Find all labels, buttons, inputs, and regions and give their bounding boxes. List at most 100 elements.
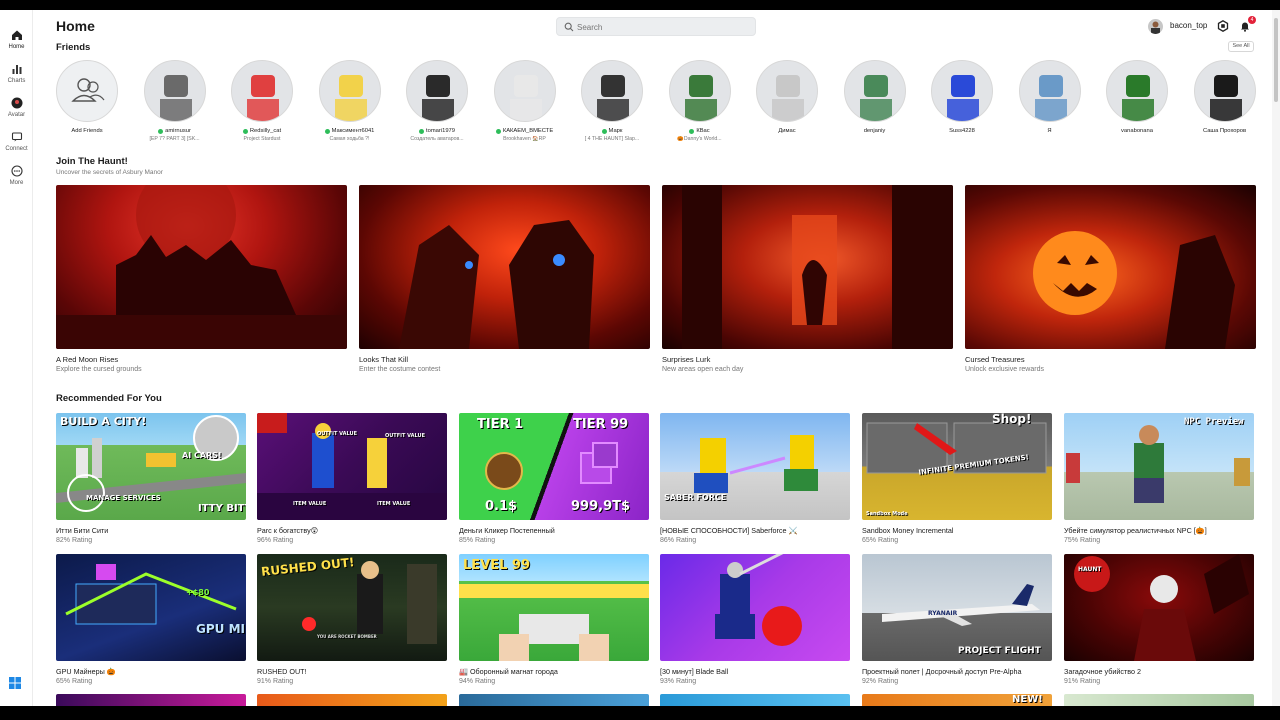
- game-thumbnail: HAUNT: [1064, 554, 1254, 661]
- friend-tile[interactable]: КВас 🎃Danny's World...: [661, 60, 739, 143]
- friend-tile[interactable]: Марк [ 4 THE HAUNT] Slap...: [573, 60, 651, 143]
- sidebar-item-charts[interactable]: Charts: [0, 63, 33, 93]
- friend-avatar: [581, 60, 643, 122]
- game-card-partial[interactable]: [660, 694, 850, 706]
- friend-tile[interactable]: Максимент6041 Самая ходьба ?!: [311, 60, 389, 143]
- robux-icon[interactable]: [1217, 20, 1229, 32]
- sidebar-item-avatar[interactable]: Avatar: [0, 97, 33, 127]
- friend-tile[interactable]: vanabonana: [1098, 60, 1176, 143]
- game-thumbnail: RYANAIR PROJECT FLIGHT: [862, 554, 1052, 661]
- friend-tile[interactable]: Димас: [748, 60, 826, 143]
- event-title: Looks That Kill: [359, 355, 409, 364]
- game-title: [НОВЫЕ СПОСОБНОСТИ] Saberforce ⚔️: [660, 526, 798, 535]
- add-friends-button[interactable]: Add Friends: [48, 60, 126, 134]
- friend-name-text: amirnusur: [165, 128, 191, 134]
- sidebar-item-label: Charts: [7, 78, 26, 84]
- add-friends-circle: [56, 60, 118, 122]
- friend-tile[interactable]: Саша Прохоров: [1186, 60, 1264, 143]
- online-status-dot: [242, 128, 248, 134]
- event-card-surprises-lurk[interactable]: Surprises Lurk New areas open each day: [662, 185, 953, 373]
- friend-avatar: [143, 60, 206, 122]
- sidebar-item-more[interactable]: More: [0, 165, 33, 195]
- game-card[interactable]: OUTFIT VALUE OUTFIT VALUE ITEM VALUE ITE…: [257, 413, 447, 544]
- friend-status: Project Stardust: [243, 136, 281, 142]
- game-card-partial[interactable]: NEW!: [862, 694, 1052, 706]
- friend-avatar: [843, 60, 906, 122]
- game-card-partial[interactable]: [459, 694, 649, 706]
- friend-avatar: [1193, 60, 1256, 122]
- game-card[interactable]: SABER FORCE [НОВЫЕ СПОСОБНОСТИ] Saberfor…: [660, 413, 850, 544]
- friend-name: Suss4228: [923, 128, 1001, 134]
- game-card-partial[interactable]: [56, 694, 246, 706]
- scrollbar-thumb[interactable]: [1274, 18, 1278, 102]
- event-card-red-moon[interactable]: A Red Moon Rises Explore the cursed grou…: [56, 185, 347, 373]
- game-card-partial[interactable]: [1064, 694, 1254, 706]
- game-card[interactable]: HAUNT Загадочное убийство 2 91% Rating: [1064, 554, 1254, 685]
- game-card-partial[interactable]: [257, 694, 447, 706]
- event-subtitle: Explore the cursed grounds: [56, 366, 142, 373]
- windows-start-icon[interactable]: [9, 677, 21, 689]
- friend-avatar: [493, 60, 556, 122]
- friend-name: vanabonana: [1098, 128, 1176, 134]
- game-card[interactable]: TIER 1 TIER 99 0.1$ 999,9T$ Деньги Клике…: [459, 413, 649, 544]
- online-status-dot: [601, 128, 607, 134]
- event-title: Surprises Lurk: [662, 355, 711, 364]
- game-rating: 96% Rating: [257, 537, 294, 544]
- friend-tile[interactable]: КАКАЕМ_ВМЕСТЕ Brookhaven 🏠RP: [486, 60, 564, 143]
- game-card[interactable]: LEVEL 99 🏭 Оборонный магнат города 94% R…: [459, 554, 649, 685]
- game-title: Parc к богатству😲: [257, 526, 319, 535]
- game-title: Убейте симулятор реалистичных NPC [🎃]: [1064, 526, 1207, 535]
- see-all-friends-button[interactable]: See All: [1228, 41, 1254, 52]
- game-card[interactable]: BUILD A CITY! AI CARS! MANAGE SERVICES I…: [56, 413, 246, 544]
- friend-name-text: Я: [1047, 128, 1052, 134]
- friend-tile[interactable]: Redsilly_cat Project Stardust: [223, 60, 301, 143]
- thumb-caption: Shop!: [992, 413, 1032, 426]
- event-card-looks-that-kill[interactable]: Looks That Kill Enter the costume contes…: [359, 185, 650, 373]
- friend-name: Саша Прохоров: [1186, 128, 1264, 134]
- event-subtitle: Unlock exclusive rewards: [965, 366, 1044, 373]
- game-card[interactable]: [30 минут] Blade Ball 93% Rating: [660, 554, 850, 685]
- thumb-caption: ITEM VALUE: [377, 501, 411, 507]
- friend-status: 🎃Danny's World...: [677, 136, 722, 142]
- friend-avatar: [668, 60, 731, 122]
- friend-status: Самая ходьба ?!: [329, 136, 370, 142]
- friend-tile[interactable]: Я: [1011, 60, 1089, 143]
- sidebar-item-home[interactable]: Home: [0, 29, 33, 59]
- game-card[interactable]: RUSHED OUT! YOU ARE ROCKET BOMBER RUSHED…: [257, 554, 447, 685]
- friend-tile[interactable]: denjaniy: [836, 60, 914, 143]
- add-friends-icon: [71, 78, 105, 102]
- game-thumbnail: [660, 554, 850, 661]
- friend-tile[interactable]: tomari1979 Создатель аватаров...: [398, 60, 476, 143]
- left-sidebar: Home Charts Avatar Connect More: [0, 10, 33, 706]
- event-thumbnail: [359, 185, 650, 349]
- game-rating: 92% Rating: [862, 678, 899, 685]
- thumb-caption: LEVEL 99: [463, 558, 531, 573]
- thumb-caption: OUTFIT VALUE: [385, 433, 426, 439]
- friend-name: КАКАЕМ_ВМЕСТЕ: [486, 128, 564, 134]
- avatar-icon: [11, 97, 22, 109]
- search-input[interactable]: [577, 20, 747, 34]
- game-card[interactable]: NPC Preview Убейте симулятор реалистичны…: [1064, 413, 1254, 544]
- game-card[interactable]: GPU MINERS +$80 GPU Майнеры 🎃 65% Rating: [56, 554, 246, 685]
- friend-name: Марк: [573, 128, 651, 134]
- friend-name-text: Максимент6041: [331, 128, 375, 134]
- event-thumbnail: [56, 185, 347, 349]
- event-thumbnail: [965, 185, 1256, 349]
- page-scrollbar[interactable]: [1272, 10, 1280, 706]
- friend-name-text: Suss4228: [949, 128, 975, 134]
- search-bar[interactable]: [556, 17, 756, 36]
- friend-name: Димас: [748, 128, 826, 134]
- friend-tile[interactable]: Suss4228: [923, 60, 1001, 143]
- thumb-caption: OUTFIT VALUE: [317, 431, 358, 437]
- friend-name: denjaniy: [836, 128, 914, 134]
- game-thumbnail: BUILD A CITY! AI CARS! MANAGE SERVICES I…: [56, 413, 246, 520]
- friend-avatar: [931, 60, 993, 122]
- event-card-cursed-treasures[interactable]: Cursed Treasures Unlock exclusive reward…: [965, 185, 1256, 373]
- sidebar-item-connect[interactable]: Connect: [0, 131, 33, 161]
- friend-status: [836, 136, 914, 143]
- game-card[interactable]: Shop! INFINITE PREMIUM TOKENS! Sandbox M…: [862, 413, 1052, 544]
- friend-tile[interactable]: amirnusur [EP 7? PART 3] [SK...: [136, 60, 214, 143]
- thumb-caption: MANAGE SERVICES: [86, 494, 161, 502]
- game-card[interactable]: RYANAIR PROJECT FLIGHT Проектный полет |…: [862, 554, 1052, 685]
- friend-avatar: [406, 60, 468, 122]
